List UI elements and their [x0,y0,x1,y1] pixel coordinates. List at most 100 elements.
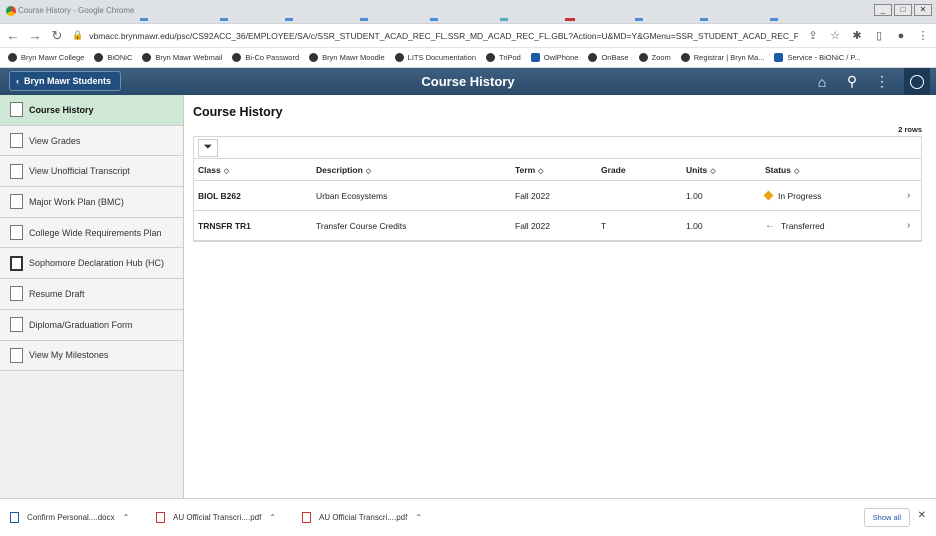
sidebar-item-major-work-plan[interactable]: Major Work Plan (BMC) [0,187,183,218]
bookmark-favicon-icon [530,53,540,62]
bookmark-item[interactable]: Bryn Mawr Moodle [309,53,385,62]
tab[interactable] [285,18,293,21]
tab[interactable] [220,18,228,21]
side-panel-icon[interactable]: ▯ [872,29,886,42]
bookmark-favicon-icon [8,53,17,62]
bookmark-star-icon[interactable]: ☆ [828,29,842,42]
download-item[interactable]: AU Official Transcri....pdf ⌃ [302,512,448,523]
bookmark-item[interactable]: Service - BiONiC / P... [774,53,861,62]
sidebar-item-resume-draft[interactable]: Resume Draft [0,279,183,310]
url-field[interactable]: 🔒 vbmacc.brynmawr.edu/psc/CS92ACC_36/EMP… [72,27,798,45]
cell-description: Urban Ecosystems [316,190,388,201]
word-doc-icon [10,512,19,523]
extensions-icon[interactable]: ✱ [850,29,864,42]
cell-grade: T [601,220,607,231]
caret-up-icon[interactable]: ⌃ [269,513,276,522]
sidebar-item-sophomore-declaration[interactable]: Sophomore Declaration Hub (HC) [0,248,183,280]
chrome-menu-icon[interactable]: ⋮ [916,29,930,42]
col-term-header[interactable]: Term ◇ [515,165,601,175]
filter-button[interactable]: ⏷ [198,138,218,157]
bookmark-favicon-icon [774,53,784,62]
minimize-button[interactable]: _ [874,4,892,16]
sidebar-item-unofficial-transcript[interactable]: View Unofficial Transcript [0,156,183,188]
home-icon[interactable]: ⌂ [814,74,830,90]
bookmark-favicon-icon [309,53,319,62]
window-title: Course History - Google Chrome [18,6,135,15]
form-icon [10,317,23,333]
col-status-header[interactable]: Status ◇ [765,165,921,175]
cell-status: ← Transferred [765,220,825,231]
cell-class: BIOL B262 [198,190,241,201]
course-grid: ⏷ Class ◇ Description ◇ Term ◇ Grade Units ◇… [193,136,922,242]
tab[interactable] [500,18,508,21]
sidebar-item-diploma-form[interactable]: Diploma/Graduation Form [0,309,183,341]
chrome-icon [6,6,16,16]
col-description-header[interactable]: Description ◇ [316,165,515,175]
close-downloads-icon[interactable]: ✕ [918,510,926,521]
sort-icon: ◇ [365,167,372,175]
forward-arrow-icon[interactable]: → [28,28,42,43]
sidebar-item-milestones[interactable]: View My Milestones [0,340,183,372]
grid-header-row: Class ◇ Description ◇ Term ◇ Grade Units ◇ S… [194,159,921,181]
document-icon [10,102,23,118]
show-all-button[interactable]: Show all [863,508,910,527]
sidebar: Course History View Grades View Unoffici… [0,95,184,498]
bookmark-item[interactable]: Bi-Co Password [232,53,299,62]
tab[interactable] [430,18,438,21]
tab-active[interactable] [565,18,575,21]
download-item[interactable]: AU Official Transcri....pdf ⌃ [156,512,302,523]
row-count: 2 rows [898,125,922,134]
sidebar-item-course-history[interactable]: Course History [0,95,183,126]
tab[interactable] [140,18,148,21]
tab[interactable] [770,18,778,21]
bookmark-favicon-icon [232,53,242,62]
url-text: vbmacc.brynmawr.edu/psc/CS92ACC_36/EMPLO… [89,30,798,41]
table-row[interactable]: BIOL B262 Urban Ecosystems Fall 2022 1.0… [194,181,921,211]
grid-toolbar: ⏷ [194,137,921,159]
bookmark-item[interactable]: LITS Documentation [394,53,476,62]
bookmark-item[interactable]: Bryn Mawr Webmail [142,53,222,62]
in-progress-icon [763,190,774,201]
share-icon[interactable]: ⇪ [806,29,820,42]
table-row[interactable]: TRNSFR TR1 Transfer Course Credits Fall … [194,211,921,241]
search-icon[interactable]: ⚲ [844,73,860,90]
download-item[interactable]: Confirm Personal....docx ⌃ [10,512,156,523]
reload-icon[interactable]: ↻ [50,28,64,44]
actions-menu-icon[interactable]: ⋮ [874,73,890,90]
chevron-right-icon[interactable]: › [907,220,921,231]
bookmark-item[interactable]: TriPod [486,53,521,62]
bookmark-item[interactable]: OnBase [588,53,629,62]
document-icon [10,286,23,302]
tab[interactable] [360,18,368,21]
browser-title-bar: Course History - Google Chrome _ □ ✕ [0,0,936,24]
tab[interactable] [635,18,643,21]
col-grade-header[interactable]: Grade [601,165,686,175]
close-window-button[interactable]: ✕ [914,4,932,16]
profile-avatar-icon[interactable]: ● [894,30,908,42]
bookmark-item[interactable]: OwlPhone [530,53,578,62]
downloads-bar: Confirm Personal....docx ⌃ AU Official Tr… [0,498,936,536]
bookmark-item[interactable]: BiONiC [94,53,132,62]
tab[interactable] [700,18,708,21]
clipboard-icon [10,194,23,210]
caret-up-icon[interactable]: ⌃ [123,513,130,522]
caret-up-icon[interactable]: ⌃ [415,513,422,522]
pdf-icon [156,512,165,523]
sidebar-item-college-requirements[interactable]: College Wide Requirements Plan [0,217,183,249]
maximize-button[interactable]: □ [894,4,912,16]
col-class-header[interactable]: Class ◇ [194,165,316,175]
chevron-right-icon[interactable]: › [907,190,921,201]
col-units-header[interactable]: Units ◇ [686,165,765,175]
sidebar-item-view-grades[interactable]: View Grades [0,125,183,157]
cell-term: Fall 2022 [515,220,550,231]
cell-description: Transfer Course Credits [316,220,407,231]
bookmark-item[interactable]: Registrar | Bryn Ma... [680,53,764,62]
grades-icon [10,133,23,149]
bookmark-item[interactable]: Bryn Mawr College [8,53,84,62]
bookmark-item[interactable]: Zoom [638,53,671,62]
bookmark-favicon-icon [94,53,104,62]
tab-strip[interactable] [130,12,870,24]
back-arrow-icon[interactable]: ← [6,28,20,43]
navbar-compass-icon[interactable] [904,68,930,95]
bookmarks-bar: Bryn Mawr College BiONiC Bryn Mawr Webma… [0,48,936,68]
